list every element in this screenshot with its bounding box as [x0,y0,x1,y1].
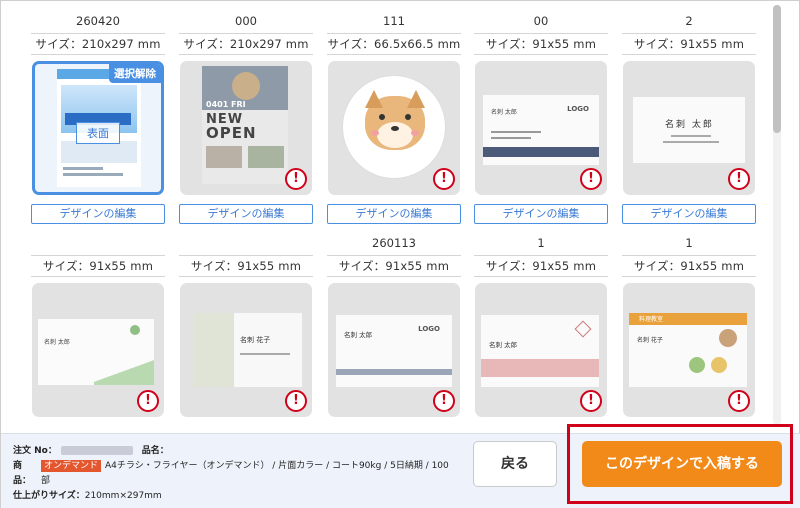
flyer-date-text: 0401 FRI [206,100,246,109]
design-thumbnail[interactable]: 名刺 太郎 ! [623,61,755,195]
design-thumbnail[interactable]: 名刺 太郎 ! [475,283,607,417]
design-thumbnail[interactable]: 名刺 太郎 LOGO ! [328,283,460,417]
business-card-preview: 名刺 太郎 [481,315,599,387]
edit-design-button[interactable]: デザインの編集 [179,204,313,224]
card-name-text: 名刺 花子 [637,337,663,344]
card-name-text: 名刺 太郎 [491,109,517,116]
product-description: A4チラシ・フライヤー（オンデマンド） / 片面カラー / コート90kg / … [105,461,449,471]
design-card: サイズ：91x55 mm 名刺 花子 ! [179,233,313,433]
design-card-name: 00 [533,14,549,28]
business-card-preview: 名刺 太郎 LOGO [483,95,599,165]
design-thumbnail[interactable]: 名刺 花子 ! [180,283,312,417]
flyer-open-text: OPEN [206,124,257,142]
design-thumbnail[interactable]: 名刺 太郎 ! [32,283,164,417]
edit-design-button[interactable]: デザインの編集 [474,204,608,224]
scrollbar[interactable] [773,5,781,425]
design-card: 00 サイズ：91x55 mm 名刺 太郎 LOGO ! デザインの編集 [474,11,608,227]
product-name-label: 品名： [141,446,169,456]
flyer-preview: 0401 FRI NEW OPEN [202,66,288,184]
warning-icon: ! [728,168,750,190]
design-thumbnail[interactable]: ! [328,61,460,195]
warning-icon: ! [433,390,455,412]
business-card-preview: 料理教室 名刺 花子 [629,313,747,387]
design-thumbnail[interactable]: 0401 FRI NEW OPEN ! [180,61,312,195]
card-name-text: 名刺 太郎 [44,339,70,346]
design-selection-dialog: 260420 サイズ：210x297 mm 選択解除表面デザインの編集 000 サイズ… [0,0,800,508]
design-card: 1 サイズ：91x55 mm 名刺 太郎 ! [474,233,608,433]
design-card: 111 サイズ：66.5x66.5 mm ! デザインの編集 [327,11,461,227]
card-title-text: 料理教室 [639,316,664,323]
ondemand-tag: オンデマンド [41,460,102,472]
design-card: 260420 サイズ：210x297 mm 選択解除表面デザインの編集 [31,11,165,227]
warning-icon: ! [728,390,750,412]
design-card: 000 サイズ：210x297 mm 0401 FRI NEW OPEN ! デザイ… [179,11,313,227]
back-button[interactable]: 戻る [473,441,557,487]
scrollbar-thumb[interactable] [773,5,781,133]
order-number-label: 注文 No： [13,446,57,456]
design-card-name: 260113 [372,236,416,250]
edit-design-button[interactable]: デザインの編集 [327,204,461,224]
product-label-line2: 品： [13,476,32,486]
card-name-text: 名刺 太郎 [344,331,373,339]
deselect-badge[interactable]: 選択解除 [109,64,161,83]
submit-design-button[interactable]: このデザインで入稿する [582,441,782,487]
warning-icon: ! [285,168,307,190]
card-logo-text: LOGO [567,105,589,113]
warning-icon: ! [433,168,455,190]
design-card: 1 サイズ：91x55 mm 料理教室 名刺 花子 ! [622,233,756,433]
product-label-line1: 商 [13,461,23,471]
design-card-size: サイズ：91x55 mm [179,255,313,277]
card-name-text: 名刺 太郎 [489,341,518,349]
business-card-preview: 名刺 太郎 LOGO [336,315,452,387]
design-card-size: サイズ：66.5x66.5 mm [327,33,461,55]
finish-size-label: 仕上がりサイズ： [13,491,85,501]
design-card-size: サイズ：91x55 mm [622,255,756,277]
design-card-size: サイズ：91x55 mm [31,255,165,277]
warning-icon: ! [285,390,307,412]
design-card-name: 260420 [76,14,120,28]
design-card-name [31,233,165,253]
design-card-name: 1 [537,236,545,250]
design-thumbnail[interactable]: 料理教室 名刺 花子 ! [623,283,755,417]
edit-design-button[interactable]: デザインの編集 [622,204,756,224]
design-card-name: 1 [685,236,693,250]
warning-icon: ! [580,168,602,190]
finish-size-value: 210mm×297mm [84,491,162,501]
warning-icon: ! [137,390,159,412]
design-grid: 260420 サイズ：210x297 mm 選択解除表面デザインの編集 000 サイズ… [11,1,771,433]
warning-icon: ! [580,390,602,412]
design-card-size: サイズ：210x297 mm [179,33,313,55]
business-card-preview: 名刺 太郎 [38,319,154,385]
design-card-name [179,233,313,253]
design-card-name: 111 [383,14,405,28]
order-number-redacted [60,446,133,455]
design-card-size: サイズ：210x297 mm [31,33,165,55]
card-name-text: 名刺 花子 [240,336,271,344]
design-card: サイズ：91x55 mm 名刺 太郎 ! [31,233,165,433]
design-card-size: サイズ：91x55 mm [622,33,756,55]
card-name-text: 名刺 太郎 [665,120,714,130]
design-card-size: サイズ：91x55 mm [327,255,461,277]
design-card-size: サイズ：91x55 mm [474,33,608,55]
design-thumbnail[interactable]: 名刺 太郎 LOGO ! [475,61,607,195]
edit-design-button[interactable]: デザインの編集 [31,204,165,224]
business-card-preview: 名刺 花子 [194,313,302,387]
round-sticker-preview [342,75,446,179]
business-card-preview: 名刺 太郎 [633,97,745,163]
design-card: 260113 サイズ：91x55 mm 名刺 太郎 LOGO ! [327,233,461,433]
front-side-label: 表面 [76,122,120,144]
card-logo-text: LOGO [418,325,440,333]
design-card-name: 000 [235,14,257,28]
design-card: 2 サイズ：91x55 mm 名刺 太郎 ! デザインの編集 [622,11,756,227]
order-info: 注文 No： 品名： 商 品： オンデマンド A4チラシ・フライヤー（オンデマンド… [13,444,449,504]
quantity-unit: 部 [41,476,51,486]
design-card-size: サイズ：91x55 mm [474,255,608,277]
design-card-name: 2 [685,14,693,28]
design-thumbnail[interactable]: 選択解除表面 [32,61,164,195]
